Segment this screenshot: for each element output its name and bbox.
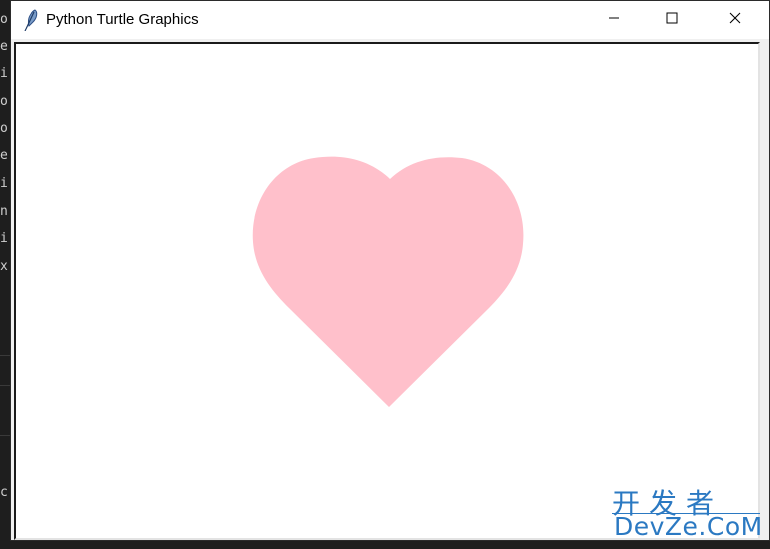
close-button[interactable] [701, 1, 769, 39]
minimize-icon [608, 11, 620, 29]
close-icon [729, 11, 741, 29]
maximize-button[interactable] [643, 1, 701, 39]
turtle-window: Python Turtle Graphics [10, 0, 770, 541]
minimize-button[interactable] [585, 1, 643, 39]
watermark-domain: DevZe.CoM [614, 512, 763, 541]
canvas-drawing [252, 156, 524, 407]
watermark: 开发者 DevZe.CoM [612, 482, 762, 544]
watermark-chinese: 开发者 [612, 487, 724, 520]
heart-shape [252, 156, 524, 407]
turtle-canvas[interactable] [16, 44, 758, 538]
maximize-icon [666, 11, 678, 29]
turtle-canvas-frame [14, 42, 760, 540]
window-title: Python Turtle Graphics [46, 11, 199, 28]
feather-icon [22, 9, 40, 32]
title-bar[interactable]: Python Turtle Graphics [11, 1, 769, 39]
